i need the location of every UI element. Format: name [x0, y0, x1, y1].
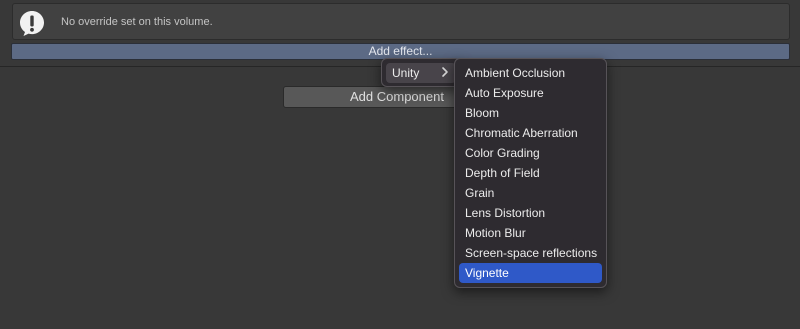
menu-item-chromatic-aberration[interactable]: Chromatic Aberration: [459, 123, 602, 143]
menu-item-label: Unity: [392, 66, 420, 80]
menu-item-motion-blur[interactable]: Motion Blur: [459, 223, 602, 243]
menu-item-color-grading[interactable]: Color Grading: [459, 143, 602, 163]
menu-item-bloom[interactable]: Bloom: [459, 103, 602, 123]
unity-effects-submenu: Ambient Occlusion Auto Exposure Bloom Chrom…: [454, 58, 607, 288]
chevron-right-icon: [440, 65, 450, 79]
menu-item-lens-distortion[interactable]: Lens Distortion: [459, 203, 602, 223]
menu-item-auto-exposure[interactable]: Auto Exposure: [459, 83, 602, 103]
menu-item-grain[interactable]: Grain: [459, 183, 602, 203]
help-message: No override set on this volume.: [61, 16, 213, 28]
menu-item-depth-of-field[interactable]: Depth of Field: [459, 163, 602, 183]
menu-item-vignette[interactable]: Vignette: [459, 263, 602, 283]
menu-item-unity[interactable]: Unity: [386, 63, 456, 83]
effects-list: Ambient Occlusion Auto Exposure Bloom Chrom…: [459, 63, 602, 283]
volume-help-box: No override set on this volume.: [12, 3, 790, 40]
menu-item-ambient-occlusion[interactable]: Ambient Occlusion: [459, 63, 602, 83]
menu-item-screen-space-reflections[interactable]: Screen-space reflections: [459, 243, 602, 263]
warning-exclamation-icon: [18, 9, 46, 37]
add-effect-menu: Unity: [381, 58, 461, 87]
